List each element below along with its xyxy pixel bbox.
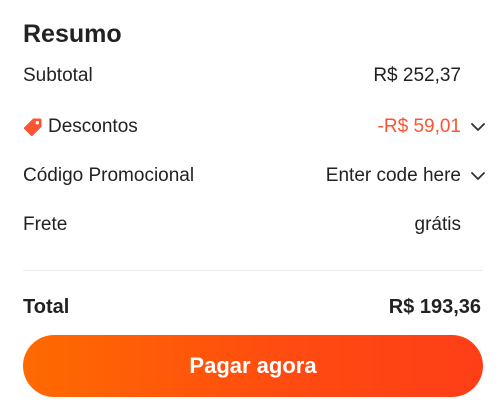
shipping-value: grátis — [414, 214, 461, 235]
discount-value: -R$ 59,01 — [377, 116, 461, 137]
summary-title: Resumo — [23, 20, 122, 48]
chevron-down-icon[interactable] — [467, 165, 489, 187]
promo-code-row[interactable]: Código Promocional Enter code here — [23, 161, 489, 191]
subtotal-row: Subtotal R$ 252,37 — [23, 61, 489, 91]
discount-label: Descontos — [48, 116, 138, 137]
subtotal-label: Subtotal — [23, 65, 93, 86]
subtotal-value: R$ 252,37 — [373, 65, 461, 86]
total-value: R$ 193,36 — [388, 295, 481, 318]
order-summary: Resumo Subtotal R$ 252,37 Descontos -R$ … — [0, 0, 500, 407]
pay-now-button[interactable]: Pagar agora — [23, 335, 483, 397]
tag-icon — [23, 117, 43, 137]
chevron-down-icon[interactable] — [467, 116, 489, 138]
divider — [23, 270, 483, 271]
promo-code-input[interactable]: Enter code here — [326, 165, 461, 187]
total-label: Total — [23, 295, 70, 318]
promo-code-label: Código Promocional — [23, 165, 195, 186]
shipping-label: Frete — [23, 214, 68, 235]
total-row: Total R$ 193,36 — [23, 292, 489, 322]
shipping-row: Frete grátis — [23, 210, 489, 240]
discount-row[interactable]: Descontos -R$ 59,01 — [23, 112, 489, 142]
